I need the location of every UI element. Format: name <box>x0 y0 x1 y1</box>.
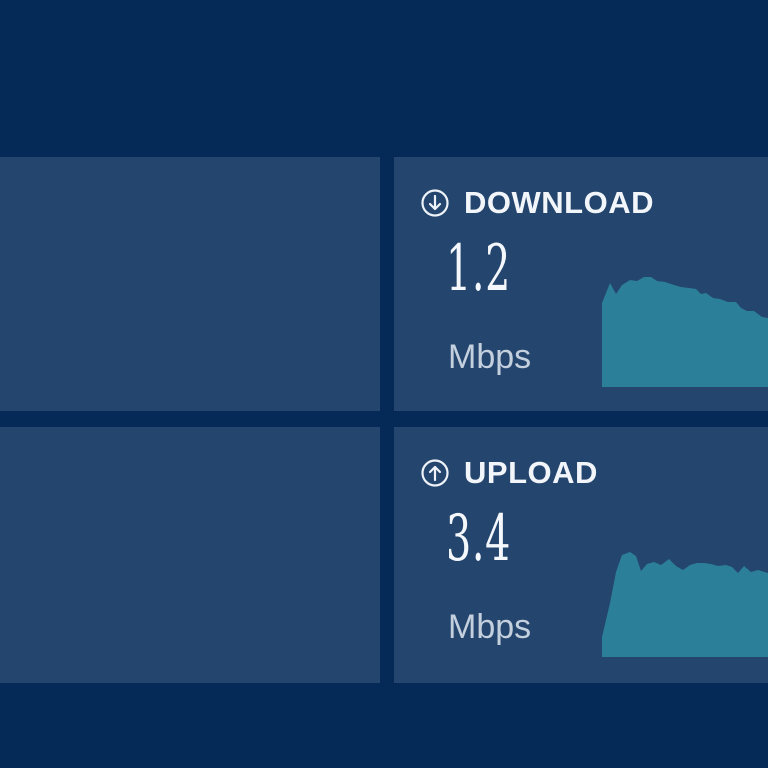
download-sparkline <box>602 277 768 387</box>
download-speed-unit: Mbps <box>448 338 532 376</box>
download-speed-value: 1.2 <box>446 232 511 306</box>
download-label: DOWNLOAD <box>464 185 654 220</box>
blank-panel-top <box>0 157 380 411</box>
speed-test-screen: DOWNLOAD 1.2 Mbps UPLOAD 3.4 Mbps <box>0 0 768 768</box>
upload-sparkline <box>602 552 768 657</box>
blank-panel-bottom <box>0 427 380 683</box>
download-panel: DOWNLOAD 1.2 Mbps <box>394 157 768 411</box>
upload-panel: UPLOAD 3.4 Mbps <box>394 427 768 683</box>
upload-header: UPLOAD <box>420 457 598 488</box>
upload-label: UPLOAD <box>464 455 598 490</box>
upload-speed-unit: Mbps <box>448 608 532 646</box>
arrow-up-circle-icon <box>421 458 449 487</box>
download-header: DOWNLOAD <box>420 187 654 218</box>
arrow-down-circle-icon <box>421 188 449 217</box>
upload-speed-value: 3.4 <box>446 502 511 576</box>
